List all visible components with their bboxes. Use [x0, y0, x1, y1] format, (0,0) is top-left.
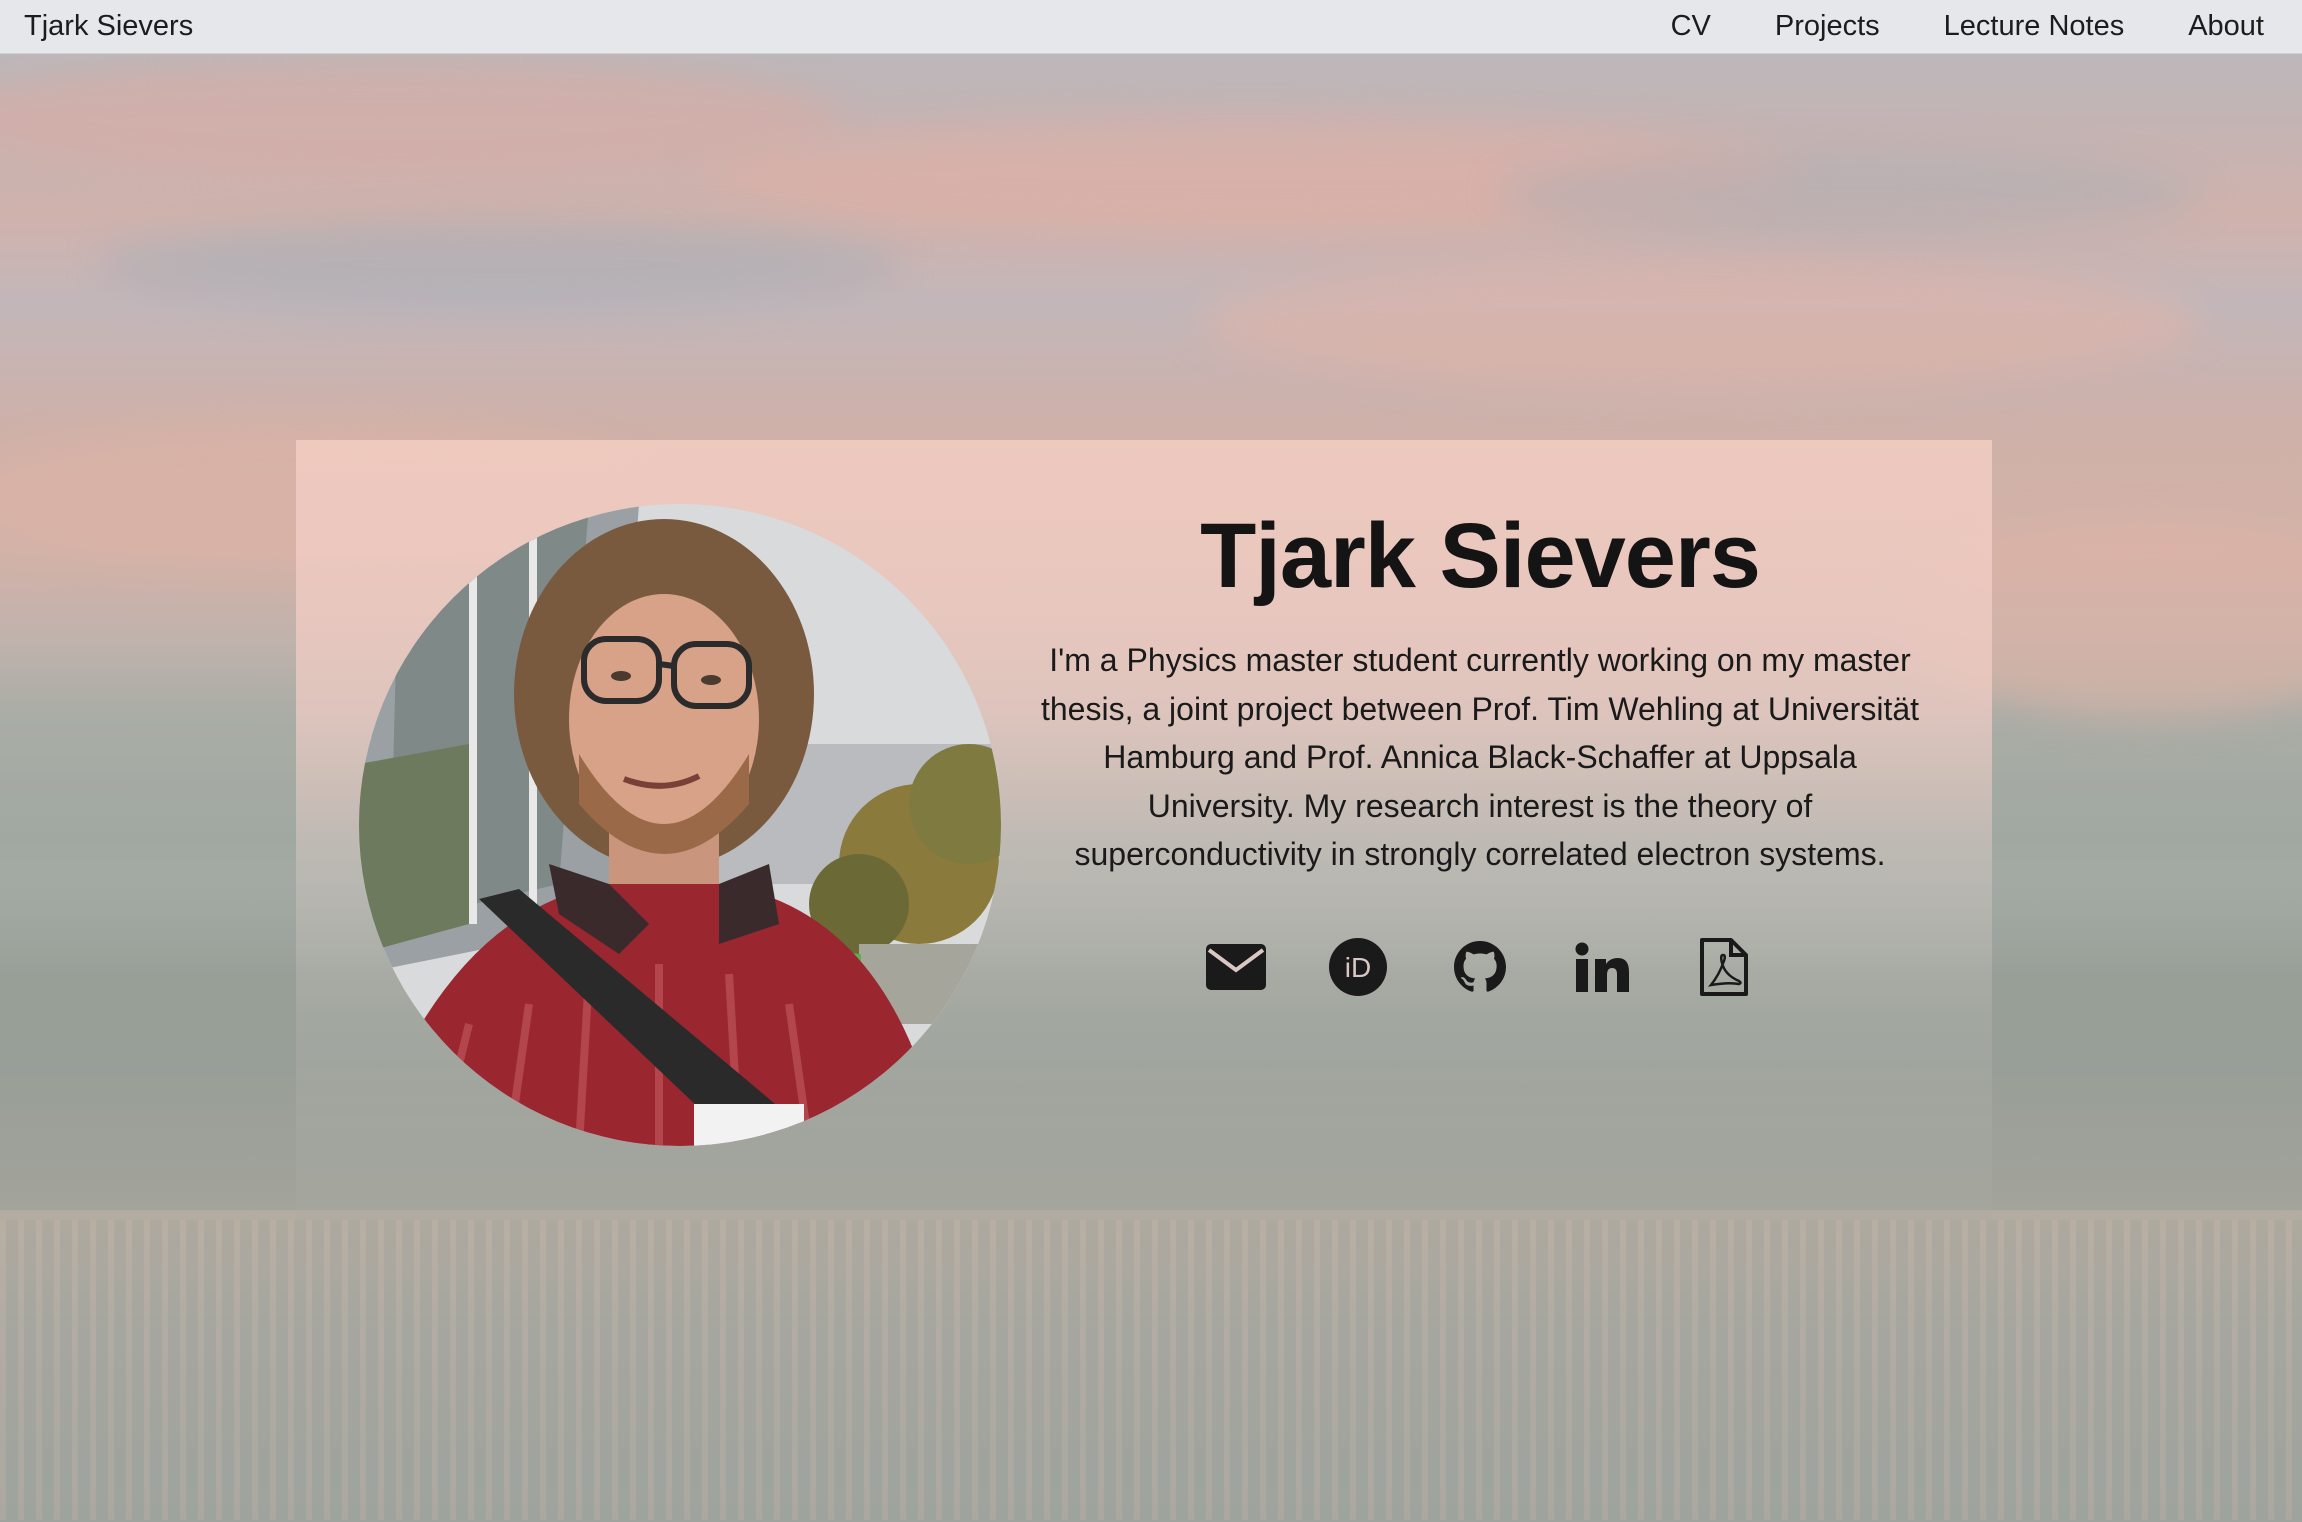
- nav-link-cv[interactable]: CV: [1671, 10, 1711, 43]
- navbar: Tjark Sievers CV Projects Lecture Notes …: [0, 0, 2302, 54]
- nav-link-projects[interactable]: Projects: [1775, 10, 1880, 43]
- nav-link-lecture-notes[interactable]: Lecture Notes: [1944, 10, 2125, 43]
- linkedin-icon[interactable]: [1570, 935, 1634, 999]
- nav-links: CV Projects Lecture Notes About: [1671, 10, 2264, 43]
- github-icon[interactable]: [1448, 935, 1512, 999]
- bio-text: I'm a Physics master student currently w…: [1040, 642, 1920, 872]
- hero-content: Tjark Sievers I'm a Physics master stude…: [1020, 496, 1940, 999]
- orcid-glyph: iD: [1345, 952, 1371, 983]
- page-title: Tjark Sievers: [1200, 505, 1761, 607]
- profile-photo: [359, 504, 1001, 1146]
- email-icon[interactable]: [1204, 935, 1268, 999]
- pdf-icon[interactable]: [1692, 935, 1756, 999]
- nav-link-about[interactable]: About: [2188, 10, 2264, 43]
- orcid-icon[interactable]: iD: [1326, 935, 1390, 999]
- social-links: iD: [1020, 935, 1940, 999]
- brand-link[interactable]: Tjark Sievers: [24, 10, 193, 43]
